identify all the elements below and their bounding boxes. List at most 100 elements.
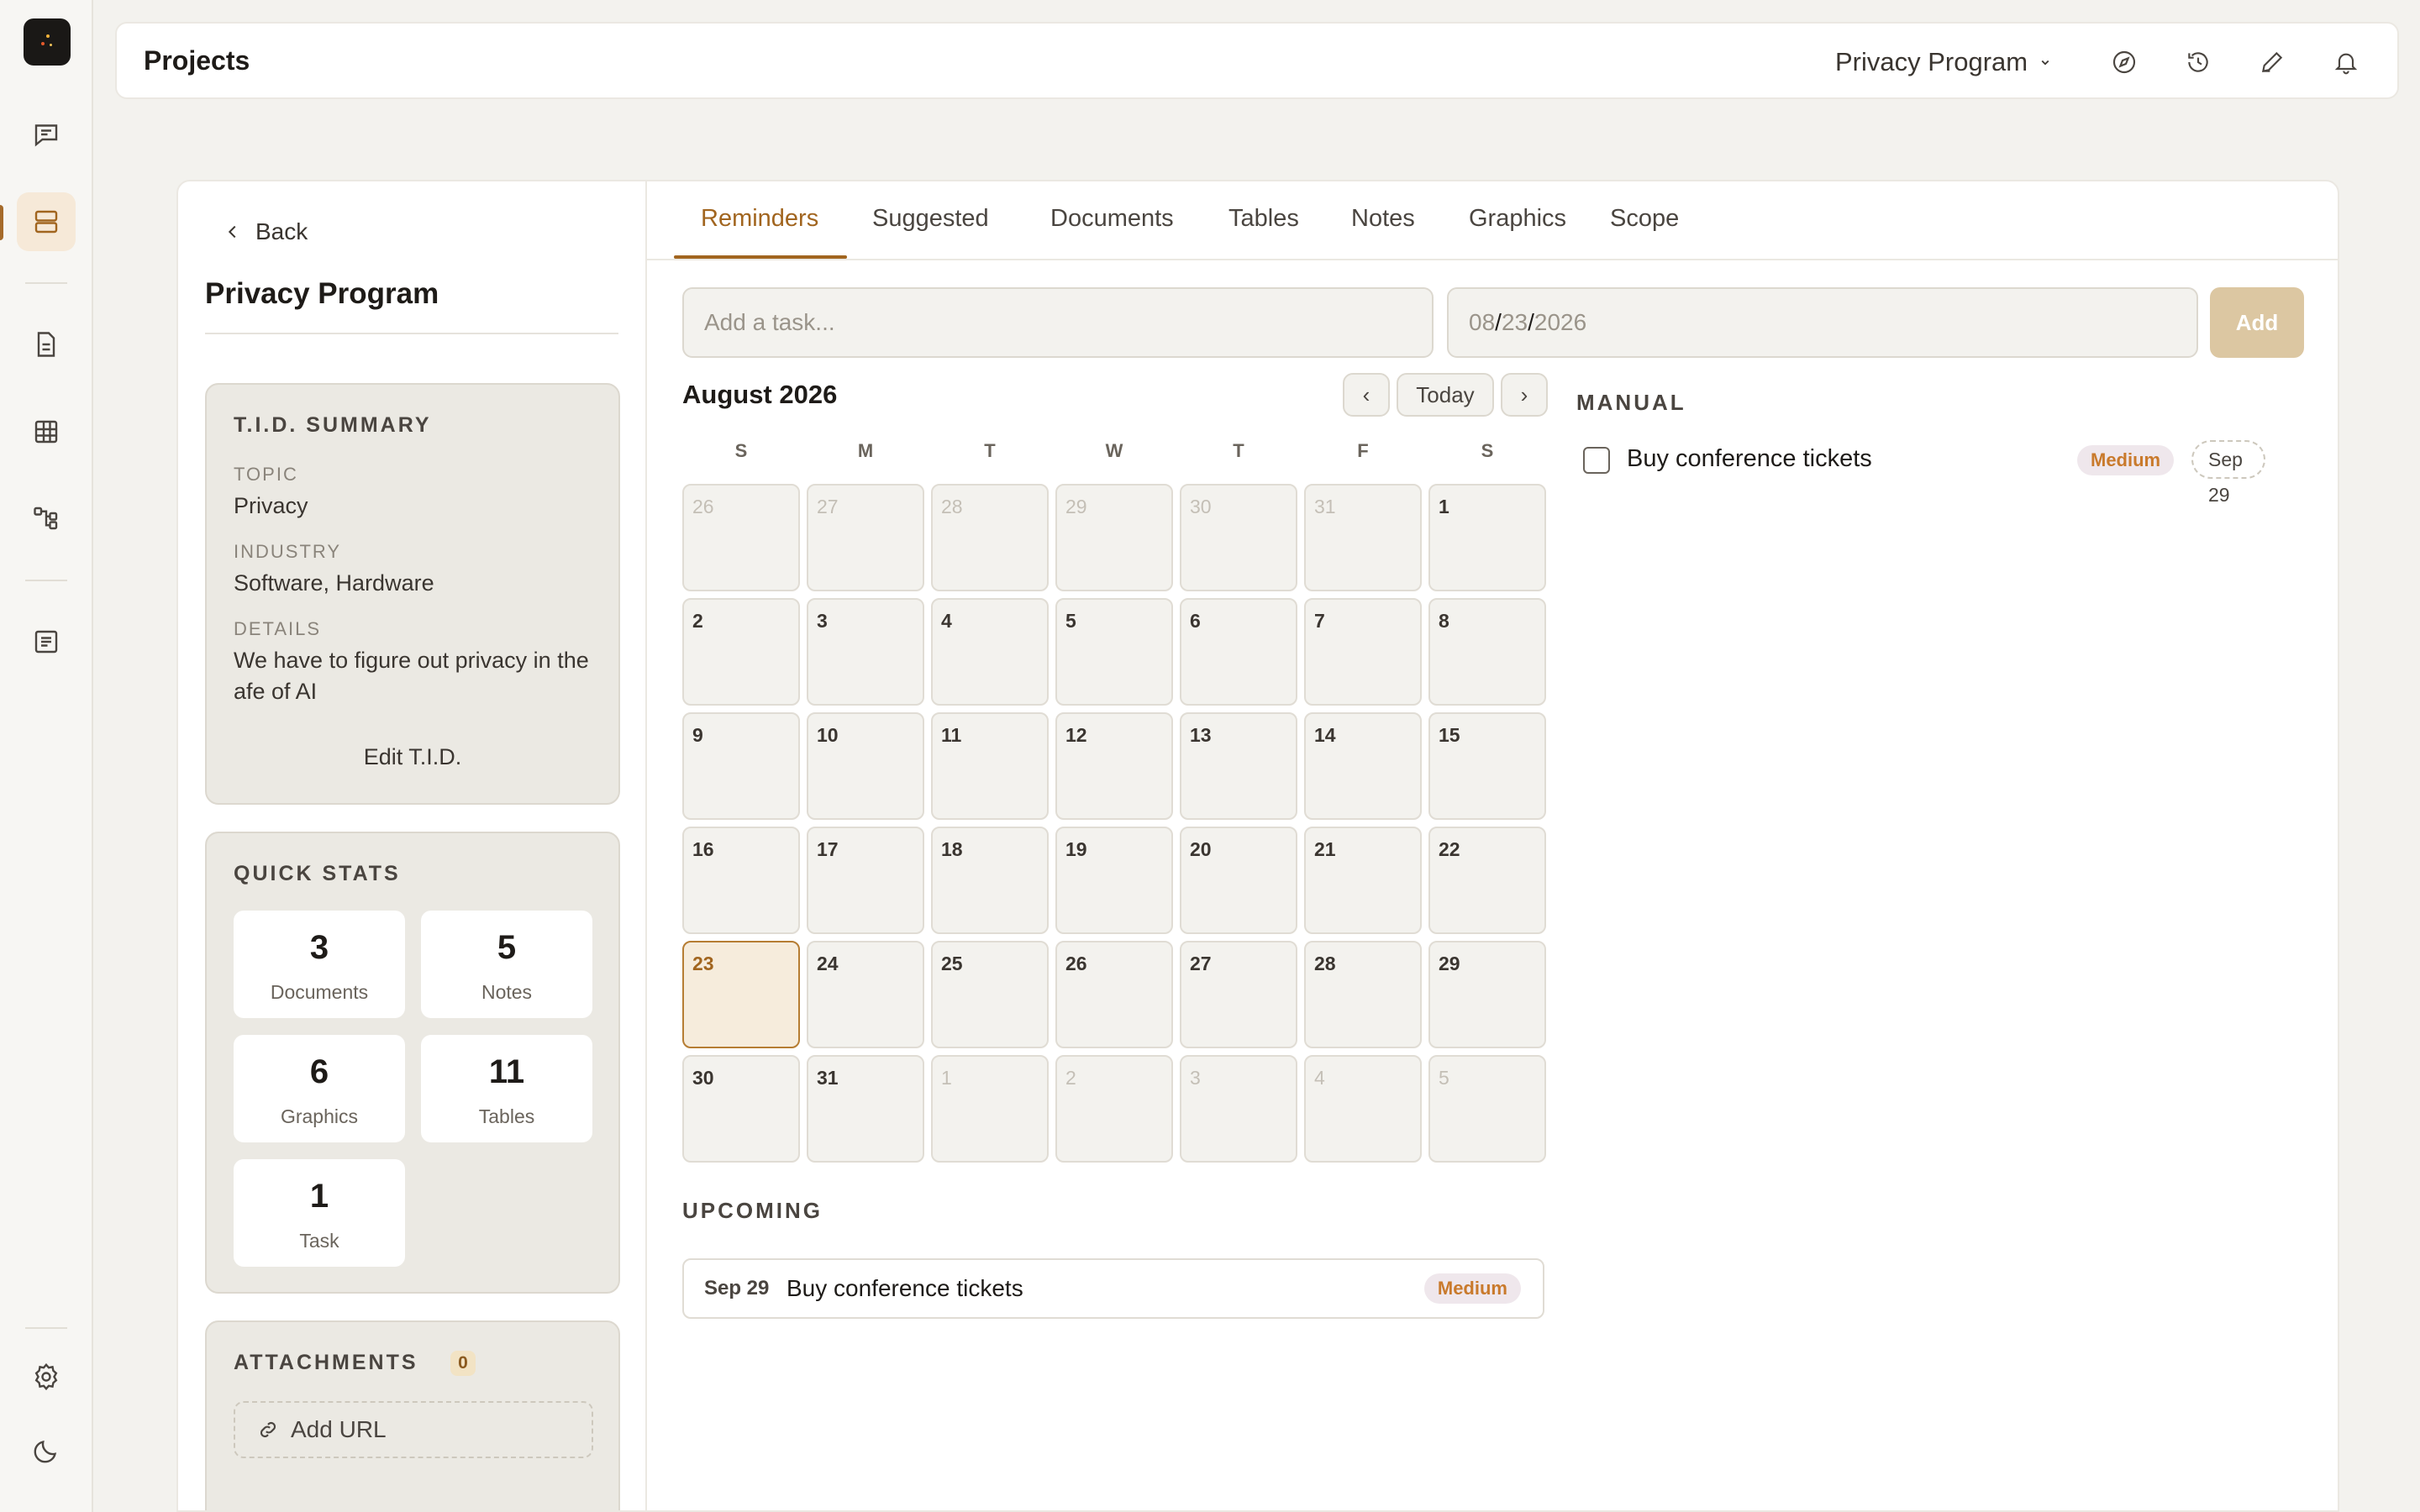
history-icon (2188, 52, 2208, 72)
calendar-day[interactable]: 29 (1428, 941, 1546, 1048)
chat-icon (34, 124, 58, 147)
pencil-icon (2261, 51, 2283, 73)
calendar-day[interactable]: 27 (1180, 941, 1297, 1048)
day-number: 2 (1065, 1067, 1076, 1089)
edit-button[interactable] (2254, 44, 2291, 81)
theme-toggle-button[interactable] (17, 1421, 76, 1480)
calendar-day[interactable]: 7 (1304, 598, 1422, 706)
calendar-day[interactable]: 10 (807, 712, 924, 820)
calendar-day[interactable]: 29 (1055, 484, 1173, 591)
chat-nav-button[interactable] (17, 105, 76, 164)
add-url-button[interactable]: Add URL (234, 1401, 593, 1458)
documents-nav-button[interactable] (17, 315, 76, 374)
date-input[interactable]: 08/23/2026 (1447, 287, 2198, 358)
stat-value: 1 (309, 1178, 329, 1215)
day-number: 27 (1190, 953, 1212, 974)
calendar-day[interactable]: 2 (682, 598, 800, 706)
calendar-day[interactable]: 19 (1055, 827, 1173, 934)
today-button[interactable]: Today (1397, 373, 1494, 417)
calendar-day[interactable]: 30 (1180, 484, 1297, 591)
project-selector[interactable]: Privacy Program (1835, 47, 2053, 77)
day-number: 19 (1065, 838, 1087, 860)
calendar-day[interactable]: 2 (1055, 1055, 1173, 1163)
calendar-day[interactable]: 27 (807, 484, 924, 591)
calendar-day[interactable]: 30 (682, 1055, 800, 1163)
calendar-day[interactable]: 21 (1304, 827, 1422, 934)
stat-tasks: 1 Task (234, 1159, 405, 1267)
moon-icon (34, 1440, 57, 1463)
calendar-day[interactable]: 3 (1180, 1055, 1297, 1163)
calendar-day[interactable]: 18 (931, 827, 1049, 934)
details-label: DETAILS (234, 618, 322, 639)
day-number: 25 (941, 953, 963, 974)
task-input[interactable]: Add a task... (682, 287, 1434, 358)
calendar-day[interactable]: 1 (1428, 484, 1546, 591)
next-month-button[interactable]: › (1501, 373, 1548, 417)
calendar-day[interactable]: 20 (1180, 827, 1297, 934)
tab-tables[interactable]: Tables (1228, 205, 1299, 233)
calendar-day[interactable]: 16 (682, 827, 800, 934)
explore-button[interactable] (2106, 44, 2143, 81)
calendar-day[interactable]: 9 (682, 712, 800, 820)
calendar-day[interactable]: 4 (1304, 1055, 1422, 1163)
calendar-day[interactable]: 22 (1428, 827, 1546, 934)
stat-label: Task (299, 1230, 339, 1252)
tab-graphics[interactable]: Graphics (1469, 205, 1566, 233)
prev-month-button[interactable]: ‹ (1343, 373, 1390, 417)
task-checkbox[interactable] (1583, 447, 1610, 474)
weekday-header: W (1105, 440, 1123, 461)
upcoming-item[interactable]: Sep 29 Buy conference tickets Medium (682, 1258, 1544, 1319)
settings-nav-button[interactable] (17, 1347, 76, 1406)
day-number: 29 (1439, 953, 1460, 974)
tab-notes[interactable]: Notes (1351, 205, 1415, 233)
tab-suggested[interactable]: Suggested (872, 205, 989, 233)
app-logo[interactable] (24, 18, 71, 66)
back-button[interactable]: Back (224, 218, 308, 245)
calendar-day[interactable]: 11 (931, 712, 1049, 820)
tables-nav-button[interactable] (17, 402, 76, 461)
calendar-day[interactable]: 17 (807, 827, 924, 934)
calendar-day[interactable]: 28 (1304, 941, 1422, 1048)
calendar-day[interactable]: 26 (1055, 941, 1173, 1048)
priority-badge: Medium (1423, 1273, 1521, 1304)
weekday-header: T (1233, 440, 1244, 461)
calendar-day[interactable]: 24 (807, 941, 924, 1048)
calendar-day-today[interactable]: 23 (682, 941, 800, 1048)
day-number: 30 (692, 1067, 714, 1089)
calendar-day[interactable]: 12 (1055, 712, 1173, 820)
upcoming-heading: UPCOMING (682, 1198, 823, 1223)
calendar-day[interactable]: 6 (1180, 598, 1297, 706)
calendar-day[interactable]: 31 (1304, 484, 1422, 591)
day-number: 1 (1439, 496, 1449, 517)
calendar-day[interactable]: 14 (1304, 712, 1422, 820)
calendar-day[interactable]: 5 (1428, 1055, 1546, 1163)
notifications-button[interactable] (2328, 44, 2365, 81)
tab-scope[interactable]: Scope (1610, 205, 1679, 233)
calendar-day[interactable]: 26 (682, 484, 800, 591)
notes-nav-button[interactable] (17, 612, 76, 671)
workflow-nav-button[interactable] (17, 489, 76, 548)
day-number: 4 (1314, 1067, 1325, 1089)
tab-reminders[interactable]: Reminders (701, 205, 818, 233)
calendar-day[interactable]: 3 (807, 598, 924, 706)
calendar-day[interactable]: 4 (931, 598, 1049, 706)
due-date-badge[interactable]: Sep 29 (2191, 440, 2265, 506)
calendar-day[interactable]: 5 (1055, 598, 1173, 706)
calendar-day[interactable]: 28 (931, 484, 1049, 591)
calendar-day[interactable]: 13 (1180, 712, 1297, 820)
calendar-day[interactable]: 15 (1428, 712, 1546, 820)
history-button[interactable] (2180, 44, 2217, 81)
project-selector-label: Privacy Program (1835, 47, 2028, 76)
projects-nav-button[interactable] (17, 192, 76, 251)
chevron-down-icon (2041, 60, 2049, 66)
top-bar: Projects Privacy Program (115, 22, 2399, 99)
document-icon (37, 332, 55, 357)
calendar-day[interactable]: 1 (931, 1055, 1049, 1163)
tab-documents[interactable]: Documents (1050, 205, 1174, 233)
calendar-day[interactable]: 8 (1428, 598, 1546, 706)
day-number: 21 (1314, 838, 1336, 860)
calendar-day[interactable]: 25 (931, 941, 1049, 1048)
calendar-day[interactable]: 31 (807, 1055, 924, 1163)
edit-tid-button[interactable]: Edit T.I.D. (207, 744, 618, 770)
add-task-button[interactable]: Add (2210, 287, 2304, 358)
